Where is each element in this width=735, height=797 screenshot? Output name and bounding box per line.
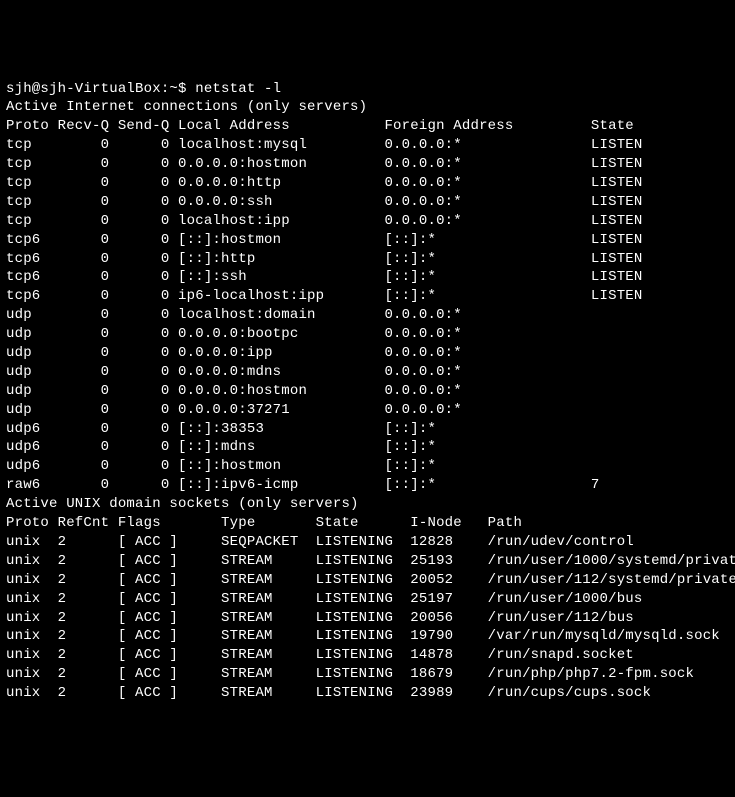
unix-row: unix 2 [ ACC ] SEQPACKET LISTENING 12828… [6,534,634,550]
section-active-inet: Active Internet connections (only server… [6,99,367,115]
unix-row: unix 2 [ ACC ] STREAM LISTENING 25197 /r… [6,591,643,607]
inet-row: tcp6 0 0 [::]:hostmon [::]:* LISTEN [6,232,643,248]
unix-row: unix 2 [ ACC ] STREAM LISTENING 23989 /r… [6,685,651,701]
inet-row: udp 0 0 localhost:domain 0.0.0.0:* [6,307,591,323]
inet-row: tcp6 0 0 ip6-localhost:ipp [::]:* LISTEN [6,288,643,304]
inet-row: udp6 0 0 [::]:hostmon [::]:* [6,458,591,474]
inet-row: udp 0 0 0.0.0.0:mdns 0.0.0.0:* [6,364,591,380]
shell-prompt: sjh@sjh-VirtualBox:~$ netstat -l [6,81,281,97]
unix-row: unix 2 [ ACC ] STREAM LISTENING 20052 /r… [6,572,735,588]
unix-header: Proto RefCnt Flags Type State I-Node Pat… [6,515,522,531]
unix-row: unix 2 [ ACC ] STREAM LISTENING 19790 /v… [6,628,720,644]
inet-row: tcp6 0 0 [::]:http [::]:* LISTEN [6,251,643,267]
section-active-unix: Active UNIX domain sockets (only servers… [6,496,359,512]
unix-row: unix 2 [ ACC ] STREAM LISTENING 25193 /r… [6,553,735,569]
inet-row: udp6 0 0 [::]:38353 [::]:* [6,421,591,437]
inet-row: raw6 0 0 [::]:ipv6-icmp [::]:* 7 [6,477,600,493]
inet-header: Proto Recv-Q Send-Q Local Address Foreig… [6,118,634,134]
inet-row: tcp 0 0 0.0.0.0:hostmon 0.0.0.0:* LISTEN [6,156,643,172]
unix-row: unix 2 [ ACC ] STREAM LISTENING 14878 /r… [6,647,634,663]
inet-row: udp 0 0 0.0.0.0:hostmon 0.0.0.0:* [6,383,591,399]
inet-row: tcp 0 0 0.0.0.0:http 0.0.0.0:* LISTEN [6,175,643,191]
inet-row: tcp 0 0 0.0.0.0:ssh 0.0.0.0:* LISTEN [6,194,643,210]
inet-row: udp 0 0 0.0.0.0:ipp 0.0.0.0:* [6,345,591,361]
inet-row: udp 0 0 0.0.0.0:37271 0.0.0.0:* [6,402,591,418]
inet-row: tcp 0 0 localhost:mysql 0.0.0.0:* LISTEN [6,137,643,153]
inet-row: tcp6 0 0 [::]:ssh [::]:* LISTEN [6,269,643,285]
unix-row: unix 2 [ ACC ] STREAM LISTENING 18679 /r… [6,666,694,682]
terminal-output: sjh@sjh-VirtualBox:~$ netstat -l Active … [6,80,729,703]
unix-row: unix 2 [ ACC ] STREAM LISTENING 20056 /r… [6,610,634,626]
inet-row: udp 0 0 0.0.0.0:bootpc 0.0.0.0:* [6,326,591,342]
inet-row: tcp 0 0 localhost:ipp 0.0.0.0:* LISTEN [6,213,643,229]
inet-row: udp6 0 0 [::]:mdns [::]:* [6,439,591,455]
